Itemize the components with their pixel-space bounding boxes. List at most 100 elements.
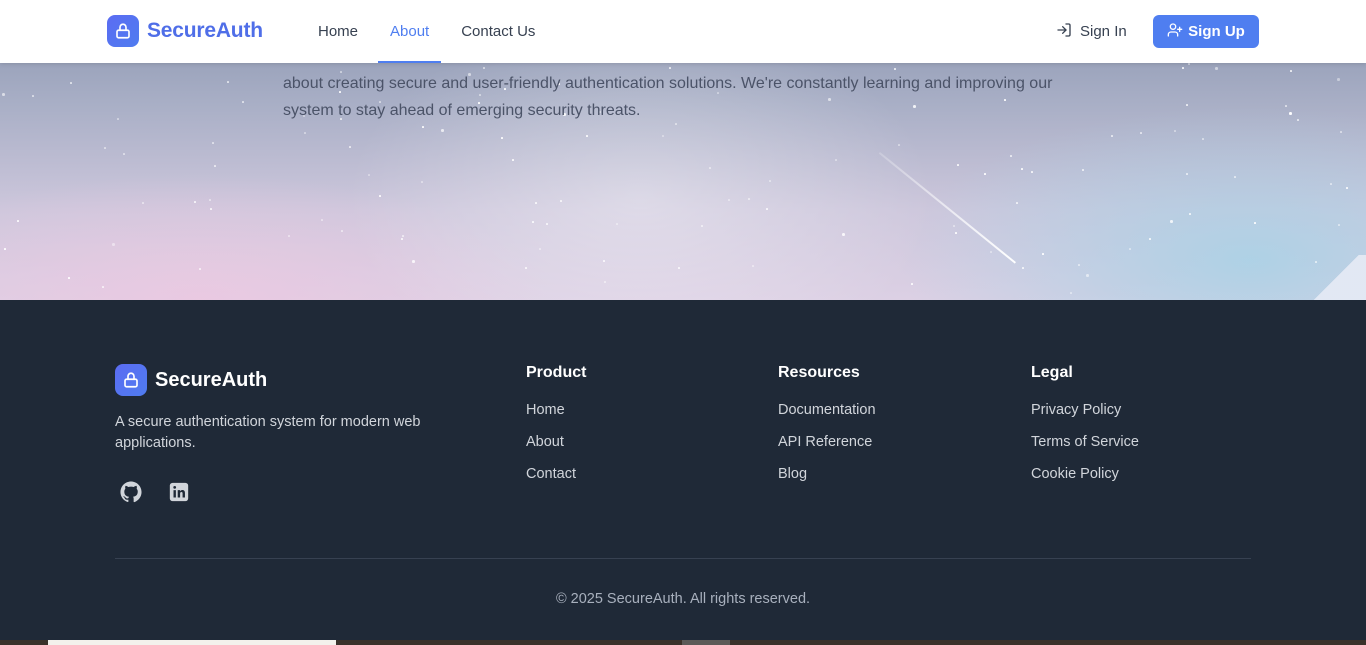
footer-description: A secure authentication system for moder… xyxy=(115,414,421,451)
star xyxy=(1174,130,1176,132)
star xyxy=(112,243,115,246)
footer-brand-name: SecureAuth xyxy=(155,368,268,391)
log-in-icon xyxy=(1056,22,1072,42)
footer-link-cookie-policy[interactable]: Cookie Policy xyxy=(1031,466,1139,484)
footer-link-contact[interactable]: Contact xyxy=(526,466,586,484)
star xyxy=(1042,253,1044,255)
star xyxy=(401,238,403,240)
star xyxy=(604,281,606,283)
star xyxy=(911,283,913,285)
mountain-peak xyxy=(1306,255,1366,300)
star xyxy=(586,135,588,137)
sign-in-button[interactable]: Sign In xyxy=(1056,15,1127,48)
star xyxy=(349,146,351,148)
star xyxy=(214,165,216,167)
taskbar-window xyxy=(48,640,336,645)
footer-link-blog[interactable]: Blog xyxy=(778,466,876,484)
star xyxy=(957,164,959,166)
star xyxy=(379,195,381,197)
star xyxy=(104,147,106,149)
star xyxy=(441,129,444,132)
linkedin-link[interactable] xyxy=(167,482,191,506)
lock-icon xyxy=(115,364,147,396)
star xyxy=(117,118,119,120)
star xyxy=(525,267,527,269)
star xyxy=(748,198,750,200)
star xyxy=(1346,187,1348,189)
footer-link-privacy-policy[interactable]: Privacy Policy xyxy=(1031,402,1139,420)
star xyxy=(1022,267,1024,269)
star xyxy=(1182,67,1184,69)
star xyxy=(1149,238,1151,240)
star xyxy=(422,126,424,128)
star xyxy=(1340,131,1342,133)
star xyxy=(546,223,548,225)
footer-link-api-reference[interactable]: API Reference xyxy=(778,434,876,452)
taskbar-item xyxy=(682,640,730,645)
nav-about[interactable]: About xyxy=(378,0,442,63)
star xyxy=(368,174,370,176)
footer-column-title: Resources xyxy=(778,364,860,381)
star xyxy=(1082,169,1084,171)
user-plus-icon xyxy=(1167,22,1183,42)
star xyxy=(421,181,423,183)
star xyxy=(199,268,201,270)
nav-contact-us[interactable]: Contact Us xyxy=(449,0,547,63)
lock-icon xyxy=(107,15,139,47)
star xyxy=(835,159,837,161)
star xyxy=(709,167,711,169)
star xyxy=(304,132,306,134)
star xyxy=(1297,119,1299,121)
star xyxy=(1070,292,1072,294)
star xyxy=(1234,176,1236,178)
top-navbar: SecureAuth Home About Contact Us Sign In… xyxy=(0,0,1366,63)
star xyxy=(701,225,703,227)
star xyxy=(1330,183,1332,185)
star xyxy=(728,199,730,201)
star xyxy=(68,277,70,279)
star xyxy=(1338,224,1340,226)
brand-logo-link[interactable]: SecureAuth xyxy=(107,15,263,47)
footer-link-home[interactable]: Home xyxy=(526,402,586,420)
shooting-star xyxy=(878,152,1017,264)
about-paragraph: about creating secure and user-friendly … xyxy=(283,75,1053,119)
star xyxy=(953,225,955,227)
footer-link-documentation[interactable]: Documentation xyxy=(778,402,876,420)
footer-link-about[interactable]: About xyxy=(526,434,586,452)
star xyxy=(17,220,19,222)
footer-column-product: Product Home About Contact xyxy=(526,364,586,484)
star xyxy=(227,81,229,83)
star xyxy=(123,153,125,155)
star xyxy=(669,67,671,69)
star xyxy=(242,101,244,103)
main-nav: Home About Contact Us xyxy=(306,0,555,63)
star xyxy=(535,202,537,204)
star xyxy=(2,93,5,96)
star xyxy=(752,265,754,267)
star xyxy=(1086,274,1089,277)
star xyxy=(288,235,290,237)
star xyxy=(483,67,485,69)
star xyxy=(1010,155,1012,157)
star xyxy=(1170,220,1173,223)
star xyxy=(70,82,72,84)
footer-brand: SecureAuth xyxy=(115,364,267,396)
star xyxy=(1188,63,1190,65)
github-link[interactable] xyxy=(119,480,143,506)
star xyxy=(512,159,514,161)
nav-home[interactable]: Home xyxy=(306,0,370,63)
star xyxy=(1202,138,1204,140)
star xyxy=(1337,78,1340,81)
star xyxy=(955,232,957,234)
site-footer: SecureAuth A secure authentication syste… xyxy=(0,300,1366,640)
footer-link-terms-of-service[interactable]: Terms of Service xyxy=(1031,434,1139,452)
star xyxy=(209,199,211,201)
star xyxy=(501,137,503,139)
star xyxy=(1021,168,1023,170)
sign-up-button[interactable]: Sign Up xyxy=(1153,15,1259,48)
star xyxy=(32,95,34,97)
star xyxy=(1189,213,1191,215)
star xyxy=(1016,202,1018,204)
star xyxy=(194,201,196,203)
star xyxy=(102,286,104,288)
